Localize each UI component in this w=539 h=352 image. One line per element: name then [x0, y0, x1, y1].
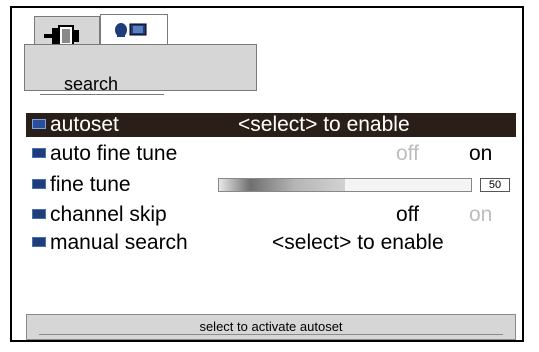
menu-item-fine-tune[interactable]: fine tune 50	[26, 173, 516, 197]
menu-bullet-icon	[32, 209, 46, 219]
active-tab-label: search	[40, 73, 164, 95]
slider-value: 50	[480, 178, 510, 192]
menu-item-auto-fine-tune[interactable]: auto fine tune off on	[26, 142, 516, 166]
status-bar: select to activate autoset	[26, 314, 516, 340]
option-on[interactable]: on	[469, 142, 492, 166]
menu-item-label: fine tune	[50, 173, 131, 196]
menu-bullet-icon	[32, 119, 46, 129]
option-off[interactable]: off	[396, 142, 419, 166]
option-on[interactable]: on	[469, 203, 492, 227]
menu-item-label: manual search	[50, 231, 188, 254]
menu-bullet-icon	[32, 237, 46, 247]
menu-item-manual-search[interactable]: manual search <select> to enable	[26, 231, 516, 255]
fine-tune-slider[interactable]	[218, 178, 472, 192]
menu-bullet-icon	[32, 179, 46, 189]
menu-bullet-icon	[32, 148, 46, 158]
menu-item-value: <select> to enable	[238, 113, 410, 136]
menu-item-label: channel skip	[50, 203, 167, 226]
menu-item-channel-skip[interactable]: channel skip off on	[26, 203, 516, 227]
slider-fill	[219, 179, 345, 191]
menu-item-autoset[interactable]: autoset <select> to enable	[26, 113, 516, 137]
menu-item-label: autoset	[50, 113, 119, 136]
tab-search[interactable]	[100, 14, 168, 45]
menu-item-label: auto fine tune	[50, 142, 178, 165]
antenna-tv-icon	[115, 23, 147, 37]
menu-item-value: <select> to enable	[272, 231, 444, 254]
option-off[interactable]: off	[396, 203, 419, 227]
